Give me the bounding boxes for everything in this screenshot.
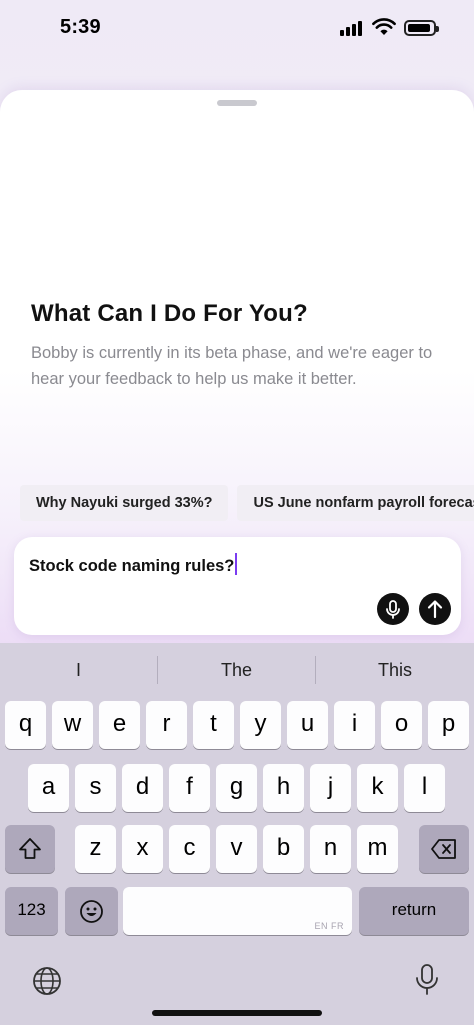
delete-key[interactable] [419, 825, 469, 873]
globe-icon[interactable] [31, 965, 63, 997]
home-indicator [152, 1010, 322, 1016]
key-n[interactable]: n [310, 825, 351, 873]
send-button[interactable] [419, 593, 451, 625]
shift-icon [19, 838, 41, 859]
emoji-key[interactable] [65, 887, 118, 935]
key-h[interactable]: h [263, 764, 304, 812]
key-l[interactable]: l [404, 764, 445, 812]
assistant-sheet: What Can I Do For You? Bobby is currentl… [0, 90, 474, 650]
key-k[interactable]: k [357, 764, 398, 812]
numbers-key[interactable]: 123 [5, 887, 58, 935]
key-x[interactable]: x [122, 825, 163, 873]
key-y[interactable]: y [240, 701, 281, 749]
battery-icon [404, 20, 439, 36]
key-s[interactable]: s [75, 764, 116, 812]
key-o[interactable]: o [381, 701, 422, 749]
space-key[interactable]: EN FR [123, 887, 352, 935]
page-title: What Can I Do For You? [31, 300, 308, 327]
key-i[interactable]: i [334, 701, 375, 749]
text-cursor [235, 553, 238, 575]
prediction-item[interactable]: The [158, 643, 315, 697]
suggestion-chip[interactable]: Why Nayuki surged 33%? [20, 485, 229, 521]
key-u[interactable]: u [287, 701, 328, 749]
beta-notice: Bobby is currently in its beta phase, an… [31, 344, 433, 388]
key-m[interactable]: m [357, 825, 398, 873]
key-r[interactable]: r [146, 701, 187, 749]
key-b[interactable]: b [263, 825, 304, 873]
prediction-item[interactable]: This [316, 643, 474, 697]
dictation-mic-icon[interactable] [413, 963, 441, 997]
status-bar: 5:39 [0, 0, 474, 58]
voice-input-button[interactable] [377, 593, 409, 625]
status-time: 5:39 [60, 16, 101, 38]
key-c[interactable]: c [169, 825, 210, 873]
message-input[interactable]: Stock code naming rules? [29, 553, 238, 576]
mic-icon [386, 600, 400, 619]
emoji-icon [80, 900, 103, 923]
key-v[interactable]: v [216, 825, 257, 873]
suggestion-chips: Why Nayuki surged 33%? US June nonfarm pa… [20, 485, 474, 521]
key-e[interactable]: e [99, 701, 140, 749]
message-composer[interactable]: Stock code naming rules? [14, 537, 461, 635]
key-d[interactable]: d [122, 764, 163, 812]
arrow-up-icon [427, 600, 443, 619]
key-q[interactable]: q [5, 701, 46, 749]
key-p[interactable]: p [428, 701, 469, 749]
suggestion-chip[interactable]: US June nonfarm payroll forecast [237, 485, 474, 521]
key-g[interactable]: g [216, 764, 257, 812]
key-j[interactable]: j [310, 764, 351, 812]
delete-icon [431, 839, 456, 859]
message-input-text: Stock code naming rules? [29, 557, 235, 575]
key-w[interactable]: w [52, 701, 93, 749]
shift-key[interactable] [5, 825, 55, 873]
key-z[interactable]: z [75, 825, 116, 873]
key-a[interactable]: a [28, 764, 69, 812]
sheet-grabber[interactable] [217, 100, 257, 106]
key-f[interactable]: f [169, 764, 210, 812]
predictive-bar: I The This [0, 643, 474, 697]
space-language-hint: EN FR [314, 921, 344, 931]
return-key[interactable]: return [359, 887, 469, 935]
prediction-item[interactable]: I [0, 643, 157, 697]
on-screen-keyboard: I The This q w e r t y u i o p a s d f g… [0, 643, 474, 1025]
wifi-icon [372, 18, 396, 35]
key-t[interactable]: t [193, 701, 234, 749]
cellular-signal-icon [340, 20, 364, 36]
